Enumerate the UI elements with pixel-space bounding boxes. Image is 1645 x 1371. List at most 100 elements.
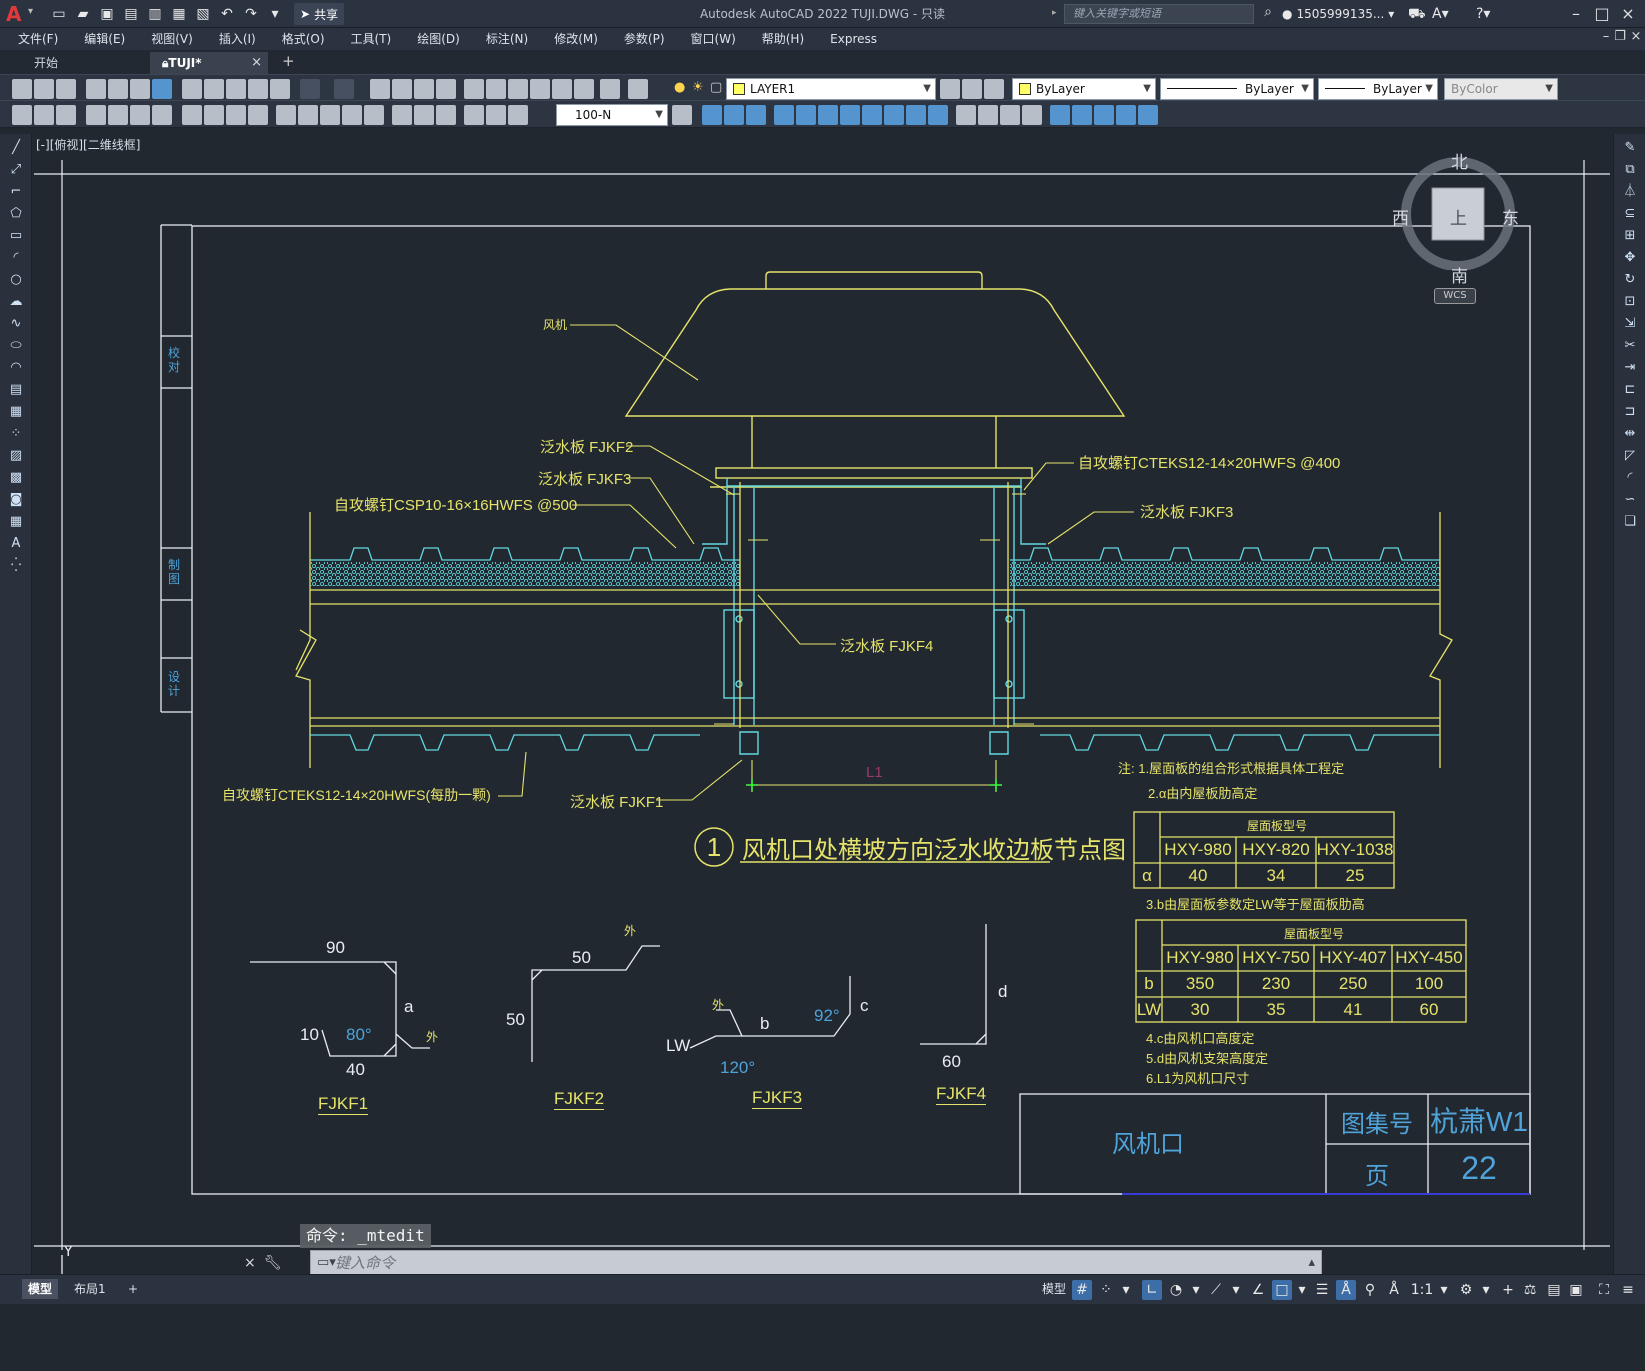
export-icon[interactable]: ▦ (168, 3, 190, 25)
scale-icon[interactable]: ⊡ (1622, 294, 1638, 310)
tb-help-icon[interactable] (600, 79, 620, 99)
tb-dimdiameter-icon[interactable] (182, 105, 202, 125)
viewcube[interactable]: 北 南 西 东 上 (1392, 150, 1519, 287)
wcs-menu[interactable]: WCS (1434, 288, 1476, 304)
array-icon[interactable]: ⊞ (1622, 228, 1638, 244)
hatch-icon[interactable]: ▨ (8, 448, 24, 464)
lineweight-icon[interactable]: ☰ (1312, 1280, 1332, 1300)
polyline-icon[interactable]: ⌐ (8, 184, 24, 200)
ortho-icon[interactable]: ∟ (1142, 1280, 1162, 1300)
search-icon[interactable]: ⌕ (1258, 4, 1278, 24)
tb-ucs-object-icon[interactable] (1138, 105, 1158, 125)
viewcube-east[interactable]: 东 (1502, 204, 1519, 229)
tb-jogline-icon[interactable] (414, 105, 434, 125)
tb-visualstyle-wire-icon[interactable] (956, 105, 976, 125)
auto-scale-icon[interactable]: ⚲ (1360, 1280, 1380, 1300)
copy-icon[interactable]: ⧉ (1622, 162, 1638, 178)
qat-dropdown-icon[interactable]: ▾ (264, 3, 286, 25)
tab-start[interactable]: 开始 (22, 52, 142, 74)
tb-dimedit-icon[interactable] (436, 105, 456, 125)
viewport-controls[interactable]: [-][俯视][二维线框] (36, 136, 140, 153)
autodesk-app-icon[interactable]: A▾ (1432, 4, 1449, 24)
table-icon[interactable]: ▦ (8, 514, 24, 530)
tb-ucs-face-icon[interactable] (1116, 105, 1136, 125)
tb-make-current-icon[interactable] (940, 79, 960, 99)
menu-format[interactable]: 格式(O) (269, 28, 338, 50)
tab-close-icon[interactable]: × (251, 52, 262, 74)
tb-designcenter-icon[interactable] (486, 79, 506, 99)
close-window-icon[interactable]: × (1616, 2, 1640, 26)
blend-curves-icon[interactable]: ∽ (1622, 492, 1638, 508)
menu-edit[interactable]: 编辑(E) (71, 28, 138, 50)
tb-view-left-icon[interactable] (774, 105, 794, 125)
redo-icon[interactable]: ↷ (240, 3, 262, 25)
tb-zoom-window-icon[interactable] (414, 79, 434, 99)
region-icon[interactable]: ◙ (8, 492, 24, 508)
menu-file[interactable]: 文件(F) (0, 28, 71, 50)
color-dropdown[interactable]: ByLayer ▼ (1012, 78, 1156, 100)
menu-draw[interactable]: 绘图(D) (404, 28, 473, 50)
clean-screen-icon[interactable]: ⛶ (1594, 1280, 1614, 1300)
ellipse-icon[interactable]: ⬭ (8, 338, 24, 354)
cart-icon[interactable]: ⛟ (1408, 4, 1426, 24)
line-icon[interactable]: ╱ (8, 140, 24, 156)
insert-block-icon[interactable]: ▤ (8, 382, 24, 398)
quick-properties-icon[interactable]: ▤ (1544, 1280, 1564, 1300)
tb-paste-icon[interactable] (226, 79, 246, 99)
erase-icon[interactable]: ✎ (1622, 140, 1638, 156)
tb-layer-previous-icon[interactable] (962, 79, 982, 99)
customize-icon[interactable]: 🔧︎ (264, 1255, 282, 1271)
search-expand-icon[interactable]: ▸ (1052, 8, 1057, 18)
tb-dimstyle-manager-icon[interactable] (672, 105, 692, 125)
tb-ucs-prev-icon[interactable] (1094, 105, 1114, 125)
search-input[interactable]: 键入关键字或短语 (1064, 4, 1254, 24)
revcloud-icon[interactable]: ☁ (8, 294, 24, 310)
tb-dimangular-icon[interactable] (204, 105, 224, 125)
workspace-gear-icon[interactable]: ⚙ (1456, 1280, 1476, 1300)
tb-dimbreak-icon[interactable] (320, 105, 340, 125)
command-input[interactable]: 键入命令 (335, 1251, 395, 1275)
tab-model[interactable]: 模型 (22, 1279, 59, 1299)
extend-icon[interactable]: ⇥ (1622, 360, 1638, 376)
tb-cut-icon[interactable] (182, 79, 202, 99)
tb-ucs-icon[interactable] (1050, 105, 1070, 125)
osnap-caret-icon[interactable]: ▾ (1292, 1280, 1312, 1300)
tb-preview-icon[interactable] (108, 79, 128, 99)
tb-centermark-icon[interactable] (364, 105, 384, 125)
tb-redo-icon[interactable] (334, 79, 354, 99)
gradient-icon[interactable]: ▩ (8, 470, 24, 486)
tb-dimaligned-icon[interactable] (56, 105, 76, 125)
explode-icon[interactable]: ❏ (1622, 514, 1638, 530)
tb-qdim-icon[interactable] (12, 105, 32, 125)
stretch-icon[interactable]: ⇲ (1622, 316, 1638, 332)
menu-modify[interactable]: 修改(M) (541, 28, 611, 50)
tb-dimjogged-icon[interactable] (152, 105, 172, 125)
trim-icon[interactable]: ✂ (1622, 338, 1638, 354)
tb-dimlinear-icon[interactable] (34, 105, 54, 125)
tb-zoom-previous-icon[interactable] (436, 79, 456, 99)
menu-express[interactable]: Express (817, 28, 890, 50)
tb-view-iso-nw-icon[interactable] (928, 105, 948, 125)
tb-open-icon[interactable] (34, 79, 54, 99)
isodraft-caret-icon[interactable]: ▾ (1226, 1280, 1246, 1300)
add-layout-icon[interactable]: + (122, 1279, 144, 1299)
tb-dimspace-icon[interactable] (298, 105, 318, 125)
minimize-window-icon[interactable]: – (1564, 2, 1588, 26)
graphics-performance-icon[interactable]: ▣ (1566, 1280, 1586, 1300)
tab-tuji[interactable]: 🔒︎TUJI* × (150, 52, 268, 74)
tb-tolerance-icon[interactable] (342, 105, 362, 125)
annotation-visibility-icon[interactable]: Å (1336, 1280, 1356, 1300)
tab-layout1[interactable]: 布局1 (68, 1279, 112, 1299)
tb-visualstyle-real-icon[interactable] (1000, 105, 1020, 125)
tb-sheetset-icon[interactable] (530, 79, 550, 99)
publish-icon[interactable]: ▥ (144, 3, 166, 25)
model-space-button[interactable]: 模型 (1036, 1279, 1072, 1299)
help-icon[interactable]: ?▾ (1476, 4, 1490, 24)
tb-toolpalettes-icon[interactable] (508, 79, 528, 99)
tb-ucs-world-icon[interactable] (1072, 105, 1092, 125)
break-icon[interactable]: ⊐ (1622, 404, 1638, 420)
close-command-icon[interactable]: × (244, 1255, 256, 1271)
tb-view-right-icon[interactable] (796, 105, 816, 125)
construction-line-icon[interactable]: ⤢ (8, 162, 24, 178)
layer-freeze-icon[interactable]: ☀ (692, 80, 706, 96)
